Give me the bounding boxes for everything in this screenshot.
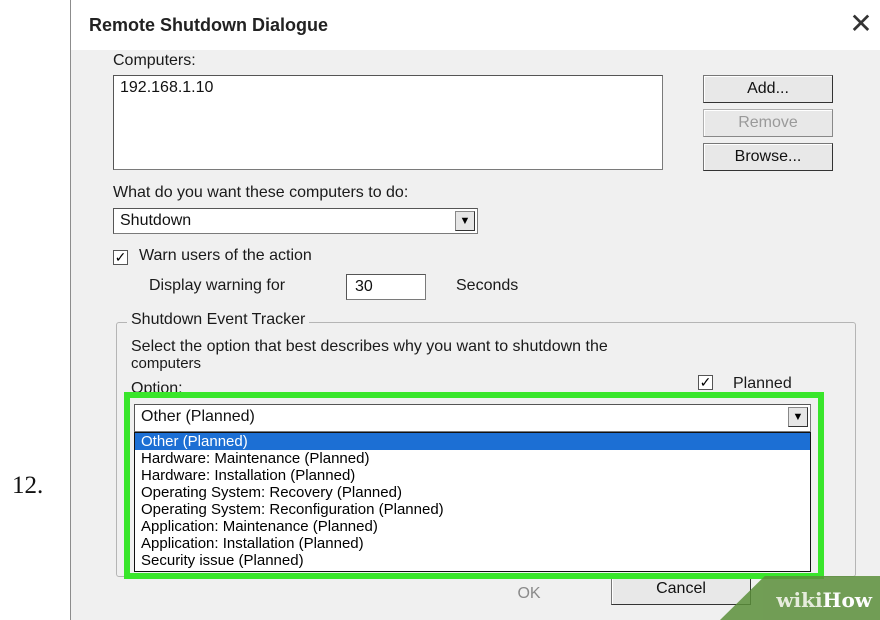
add-button[interactable]: Add...	[703, 75, 833, 103]
dropdown-option[interactable]: Operating System: Recovery (Planned)	[135, 484, 810, 501]
tracker-description-line1: Select the option that best describes wh…	[131, 338, 608, 355]
planned-checkbox[interactable]: ✓	[698, 375, 713, 390]
watermark-wiki: wiki	[776, 588, 823, 612]
dropdown-option[interactable]: Security issue (Planned)	[135, 552, 810, 569]
warn-users-checkbox[interactable]: ✓	[113, 250, 128, 265]
cancel-button[interactable]: Cancel	[611, 575, 751, 605]
step-number: 12.	[12, 472, 44, 499]
dropdown-option[interactable]: Hardware: Installation (Planned)	[135, 467, 810, 484]
title-bar: Remote Shutdown Dialogue ✕	[71, 0, 880, 50]
chevron-down-icon: ▼	[455, 211, 475, 231]
action-select[interactable]: Shutdown ▼	[113, 208, 478, 234]
dropdown-option[interactable]: Other (Planned)	[135, 433, 810, 450]
tracker-title: Shutdown Event Tracker	[127, 311, 310, 329]
remote-shutdown-dialog: Remote Shutdown Dialogue ✕ Computers: 19…	[70, 0, 880, 620]
planned-label: Planned	[733, 375, 792, 392]
option-selected-value: Other (Planned)	[141, 408, 255, 425]
tracker-description-line2: computers	[131, 355, 202, 372]
remove-button[interactable]: Remove	[703, 109, 833, 137]
action-question: What do you want these computers to do:	[113, 184, 409, 201]
display-warning-label: Display warning for	[149, 277, 286, 294]
dropdown-option[interactable]: Operating System: Reconfiguration (Plann…	[135, 501, 810, 518]
option-select[interactable]: Other (Planned) ▼	[134, 404, 811, 432]
ok-button[interactable]: OK	[469, 585, 589, 611]
browse-button[interactable]: Browse...	[703, 143, 833, 171]
dialog-title: Remote Shutdown Dialogue	[89, 15, 329, 35]
computer-list-item[interactable]: 192.168.1.10	[120, 79, 656, 97]
action-selected-value: Shutdown	[120, 212, 192, 229]
watermark-how: How	[822, 588, 872, 612]
computers-list[interactable]: 192.168.1.10	[113, 75, 663, 170]
close-button[interactable]: ✕	[841, 4, 880, 44]
chevron-down-icon: ▼	[788, 407, 808, 427]
warn-users-label: Warn users of the action	[139, 247, 312, 264]
dropdown-option[interactable]: Application: Maintenance (Planned)	[135, 518, 810, 535]
computers-label: Computers:	[113, 52, 196, 69]
dropdown-option[interactable]: Hardware: Maintenance (Planned)	[135, 450, 810, 467]
option-dropdown-list: Other (Planned) Hardware: Maintenance (P…	[134, 432, 811, 572]
close-icon: ✕	[849, 8, 873, 39]
option-label: Option:	[131, 380, 183, 392]
seconds-unit-label: Seconds	[456, 277, 519, 294]
dropdown-option[interactable]: Application: Installation (Planned)	[135, 535, 810, 552]
warning-seconds-input[interactable]: 30	[346, 274, 426, 300]
